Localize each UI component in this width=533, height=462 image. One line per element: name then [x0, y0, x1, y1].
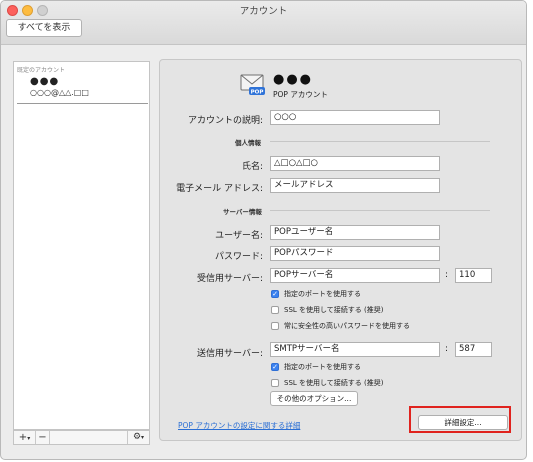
- account-list-separator: [17, 103, 148, 104]
- outgoing-port-separator: :: [445, 344, 449, 354]
- incoming-use-port-checkbox[interactable]: ✓: [271, 290, 279, 298]
- show-all-button[interactable]: すべてを表示: [6, 19, 82, 37]
- account-list-item[interactable]: ●●● ○○○@△△.□□: [14, 74, 149, 102]
- incoming-server-field[interactable]: POPサーバー名: [270, 268, 440, 283]
- window-title: アカウント: [239, 6, 288, 17]
- incoming-port-field[interactable]: 110: [455, 268, 492, 283]
- default-account-header: 既定のアカウント: [17, 67, 66, 74]
- more-options-button[interactable]: その他のオプション...: [270, 391, 358, 406]
- email-address-label: 電子メール アドレス:: [176, 184, 263, 194]
- outgoing-use-port-label: 指定のポートを使用する: [284, 363, 361, 371]
- outgoing-use-port-checkbox[interactable]: ✓: [271, 363, 279, 371]
- incoming-ssl-checkbox[interactable]: [271, 306, 279, 314]
- remove-account-button[interactable]: −: [36, 431, 50, 444]
- username-field[interactable]: POPユーザー名: [270, 225, 440, 240]
- add-account-button[interactable]: +▾: [14, 431, 36, 444]
- title-bar: アカウント すべてを表示: [1, 1, 526, 45]
- description-label: アカウントの説明:: [187, 116, 263, 126]
- description-field[interactable]: ○○○: [270, 110, 440, 125]
- account-settings-panel: POP ●●● POP アカウント アカウントの説明: ○○○ 個人情報 氏名:…: [159, 59, 522, 441]
- full-name-label: 氏名:: [241, 162, 263, 172]
- pop-settings-help-link[interactable]: POP アカウントの設定に関する詳細: [178, 420, 300, 431]
- username-label: ユーザー名:: [215, 231, 263, 241]
- secure-password-checkbox[interactable]: [271, 322, 279, 330]
- full-name-field[interactable]: △□○△□○: [270, 156, 440, 171]
- incoming-ssl-label: SSL を使用して接続する (推奨): [284, 306, 384, 314]
- outgoing-port-field[interactable]: 587: [455, 342, 492, 357]
- outgoing-ssl-label: SSL を使用して接続する (推奨): [284, 379, 384, 387]
- outgoing-ssl-checkbox[interactable]: [271, 379, 279, 387]
- outgoing-server-field[interactable]: SMTPサーバー名: [270, 342, 440, 357]
- account-list: 既定のアカウント ●●● ○○○@△△.□□: [13, 61, 150, 430]
- account-type: POP アカウント: [273, 90, 328, 99]
- password-field[interactable]: POPパスワード: [270, 246, 440, 261]
- account-list-toolbar: +▾ − ⚙▾: [13, 430, 150, 445]
- accounts-window: アカウント すべてを表示 既定のアカウント ●●● ○○○@△△.□□ +▾ −…: [0, 0, 527, 460]
- incoming-use-port-label: 指定のポートを使用する: [284, 290, 361, 298]
- gear-icon[interactable]: ⚙▾: [127, 431, 149, 444]
- incoming-port-separator: :: [445, 270, 449, 280]
- account-name: ●●●: [273, 72, 314, 87]
- envelope-pop-icon: POP: [240, 74, 265, 95]
- server-info-header: サーバー情報: [223, 208, 262, 216]
- advanced-settings-highlight-box: [409, 406, 511, 433]
- password-label: パスワード:: [214, 252, 263, 262]
- incoming-server-label: 受信用サーバー:: [197, 274, 263, 284]
- outgoing-server-label: 送信用サーバー:: [197, 349, 263, 359]
- svg-text:POP: POP: [251, 89, 264, 95]
- personal-info-header: 個人情報: [235, 139, 261, 147]
- account-list-email: ○○○@△△.□□: [30, 88, 89, 97]
- email-address-field[interactable]: メールアドレス: [270, 178, 440, 193]
- account-list-name: ●●●: [30, 76, 60, 87]
- secure-password-label: 常に安全性の高いパスワードを使用する: [284, 322, 410, 330]
- personal-info-divider: [270, 141, 490, 142]
- server-info-divider: [270, 210, 490, 211]
